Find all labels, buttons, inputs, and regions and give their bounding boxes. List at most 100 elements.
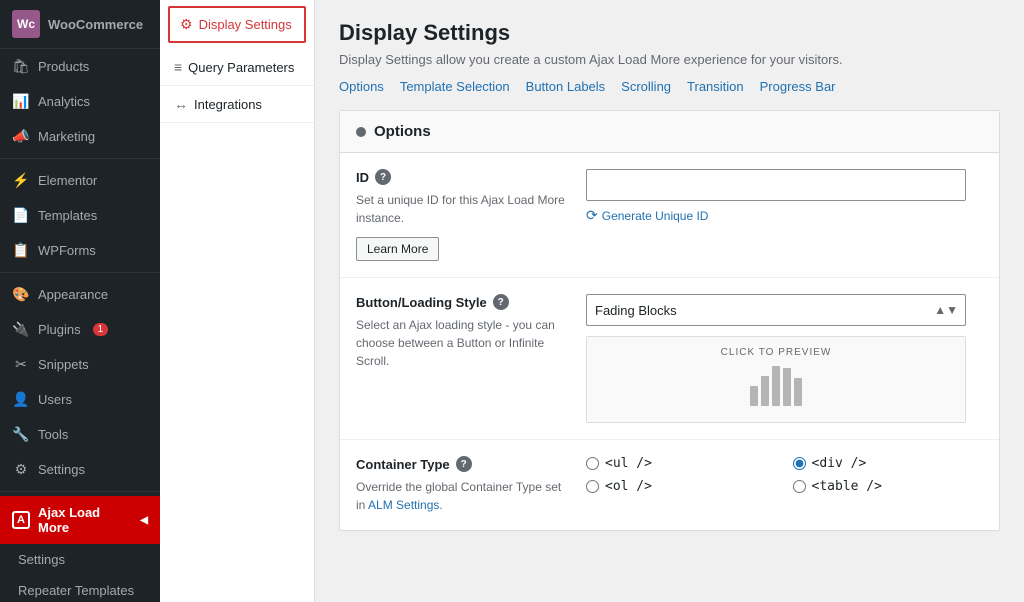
id-description: Set a unique ID for this Ajax Load More …: [356, 191, 566, 227]
tab-options[interactable]: Options: [339, 79, 384, 94]
sidebar-item-appearance[interactable]: 🎨 Appearance: [0, 277, 160, 312]
button-style-help-icon[interactable]: ?: [493, 294, 509, 310]
button-style-select-wrapper: Fading Blocks Button Infinite Scroll Loa…: [586, 294, 966, 326]
radio-div-label: <div />: [812, 456, 867, 471]
sidebar-item-marketing[interactable]: 📣 Marketing: [0, 119, 160, 154]
tab-progress-bar[interactable]: Progress Bar: [760, 79, 836, 94]
marketing-icon: 📣: [12, 128, 30, 145]
sidebar-label-elementor: Elementor: [38, 173, 97, 188]
sidebar-item-elementor[interactable]: ⚡ Elementor: [0, 163, 160, 198]
sidebar-item-tools[interactable]: 🔧 Tools: [0, 417, 160, 452]
alm-submenu: Settings Repeater Templates Shortcode Bu…: [0, 544, 160, 602]
button-style-label: Button/Loading Style ?: [356, 294, 566, 310]
preview-box[interactable]: CLICK TO PREVIEW: [586, 336, 966, 423]
radio-ol-input[interactable]: [586, 480, 599, 493]
button-style-select[interactable]: Fading Blocks Button Infinite Scroll Loa…: [586, 294, 966, 326]
radio-ol[interactable]: <ol />: [586, 479, 777, 494]
sidebar-item-users[interactable]: 👤 Users: [0, 382, 160, 417]
radio-ul-input[interactable]: [586, 457, 599, 470]
analytics-icon: 📊: [12, 93, 30, 110]
id-help-icon[interactable]: ?: [375, 169, 391, 185]
sidebar-label-marketing: Marketing: [38, 129, 95, 144]
tab-button-labels[interactable]: Button Labels: [526, 79, 606, 94]
sidebar-item-wpforms[interactable]: 📋 WPForms: [0, 233, 160, 268]
container-type-label: Container Type ?: [356, 456, 566, 472]
appearance-icon: 🎨: [12, 286, 30, 303]
preview-bar-5: [794, 378, 802, 406]
radio-ul-label: <ul />: [605, 456, 652, 471]
products-icon: 🛍: [12, 58, 30, 75]
tab-scrolling[interactable]: Scrolling: [621, 79, 671, 94]
options-section: Options ID ? Set a unique ID for this Aj…: [339, 110, 1000, 531]
radio-div[interactable]: <div />: [793, 456, 984, 471]
preview-bar-2: [761, 376, 769, 406]
container-type-radio-group: <ul /> <div /> <ol /> <table />: [586, 456, 983, 494]
button-style-label-col: Button/Loading Style ? Select an Ajax lo…: [356, 294, 586, 370]
container-type-input-col: <ul /> <div /> <ol /> <table />: [586, 456, 983, 494]
sidebar-label-analytics: Analytics: [38, 94, 90, 109]
container-type-help-icon[interactable]: ?: [456, 456, 472, 472]
radio-ol-label: <ol />: [605, 479, 652, 494]
sidebar-label-snippets: Snippets: [38, 357, 89, 372]
section-header-title: Options: [374, 123, 431, 140]
display-settings-icon: ⚙: [180, 16, 193, 33]
learn-more-button[interactable]: Learn More: [356, 237, 439, 261]
radio-ul[interactable]: <ul />: [586, 456, 777, 471]
section-header: Options: [340, 111, 999, 153]
sidebar-label-plugins: Plugins: [38, 322, 81, 337]
alm-menu-header[interactable]: A Ajax Load More ◀: [0, 496, 160, 544]
sidebar-item-analytics[interactable]: 📊 Analytics: [0, 84, 160, 119]
sidebar-label-products: Products: [38, 59, 89, 74]
templates-icon: 📄: [12, 207, 30, 224]
alm-settings-link[interactable]: ALM Settings: [368, 498, 439, 512]
settings-icon: ⚙: [12, 461, 30, 478]
users-icon: 👤: [12, 391, 30, 408]
alm-expand-icon: ◀: [140, 515, 148, 526]
radio-div-input[interactable]: [793, 457, 806, 470]
wpforms-icon: 📋: [12, 242, 30, 259]
sidebar-item-plugins[interactable]: 🔌 Plugins 1: [0, 312, 160, 347]
sidebar-label-templates: Templates: [38, 208, 97, 223]
elementor-icon: ⚡: [12, 172, 30, 189]
integrations-icon: ↔: [174, 96, 188, 112]
sub-sidebar-display-settings[interactable]: ⚙ Display Settings: [168, 6, 306, 43]
alm-menu-label: Ajax Load More: [38, 505, 132, 535]
snippets-icon: ✂: [12, 356, 30, 373]
sidebar-label-settings: Settings: [38, 462, 85, 477]
sidebar-logo-text: WooCommerce: [48, 17, 143, 32]
sidebar-divider-1: [0, 158, 160, 159]
sub-sidebar-integrations-label: Integrations: [194, 97, 262, 112]
sidebar-label-appearance: Appearance: [38, 287, 108, 302]
query-parameters-icon: ≡: [174, 59, 182, 75]
sub-sidebar-query-parameters[interactable]: ≡ Query Parameters: [160, 49, 314, 86]
page-description: Display Settings allow you create a cust…: [339, 52, 1000, 67]
section-header-dot: [356, 127, 366, 137]
id-text-input[interactable]: [586, 169, 966, 201]
generate-id-link[interactable]: ⟳ Generate Unique ID: [586, 207, 983, 224]
sidebar-item-templates[interactable]: 📄 Templates: [0, 198, 160, 233]
sidebar-divider-3: [0, 491, 160, 492]
plugins-icon: 🔌: [12, 321, 30, 338]
container-type-description: Override the global Container Type set i…: [356, 478, 566, 514]
sidebar-divider-2: [0, 272, 160, 273]
plugins-badge: 1: [93, 323, 109, 336]
sub-sidebar: ⚙ Display Settings ≡ Query Parameters ↔ …: [160, 0, 315, 602]
alm-sub-settings[interactable]: Settings: [0, 544, 160, 575]
alm-sub-repeater-templates[interactable]: Repeater Templates: [0, 575, 160, 602]
sidebar-label-users: Users: [38, 392, 72, 407]
id-input-col: ⟳ Generate Unique ID: [586, 169, 983, 224]
preview-bar-4: [783, 368, 791, 406]
radio-table-input[interactable]: [793, 480, 806, 493]
sidebar-item-products[interactable]: 🛍 Products: [0, 49, 160, 84]
tab-links: Options Template Selection Button Labels…: [339, 79, 1000, 94]
setting-row-button-style: Button/Loading Style ? Select an Ajax lo…: [340, 278, 999, 440]
sidebar-item-settings[interactable]: ⚙ Settings: [0, 452, 160, 487]
preview-bar-1: [750, 386, 758, 406]
radio-table[interactable]: <table />: [793, 479, 984, 494]
sub-sidebar-integrations[interactable]: ↔ Integrations: [160, 86, 314, 123]
preview-label: CLICK TO PREVIEW: [587, 347, 965, 358]
sidebar-item-snippets[interactable]: ✂ Snippets: [0, 347, 160, 382]
sidebar-logo[interactable]: Wc WooCommerce: [0, 0, 160, 49]
tab-template-selection[interactable]: Template Selection: [400, 79, 510, 94]
tab-transition[interactable]: Transition: [687, 79, 744, 94]
